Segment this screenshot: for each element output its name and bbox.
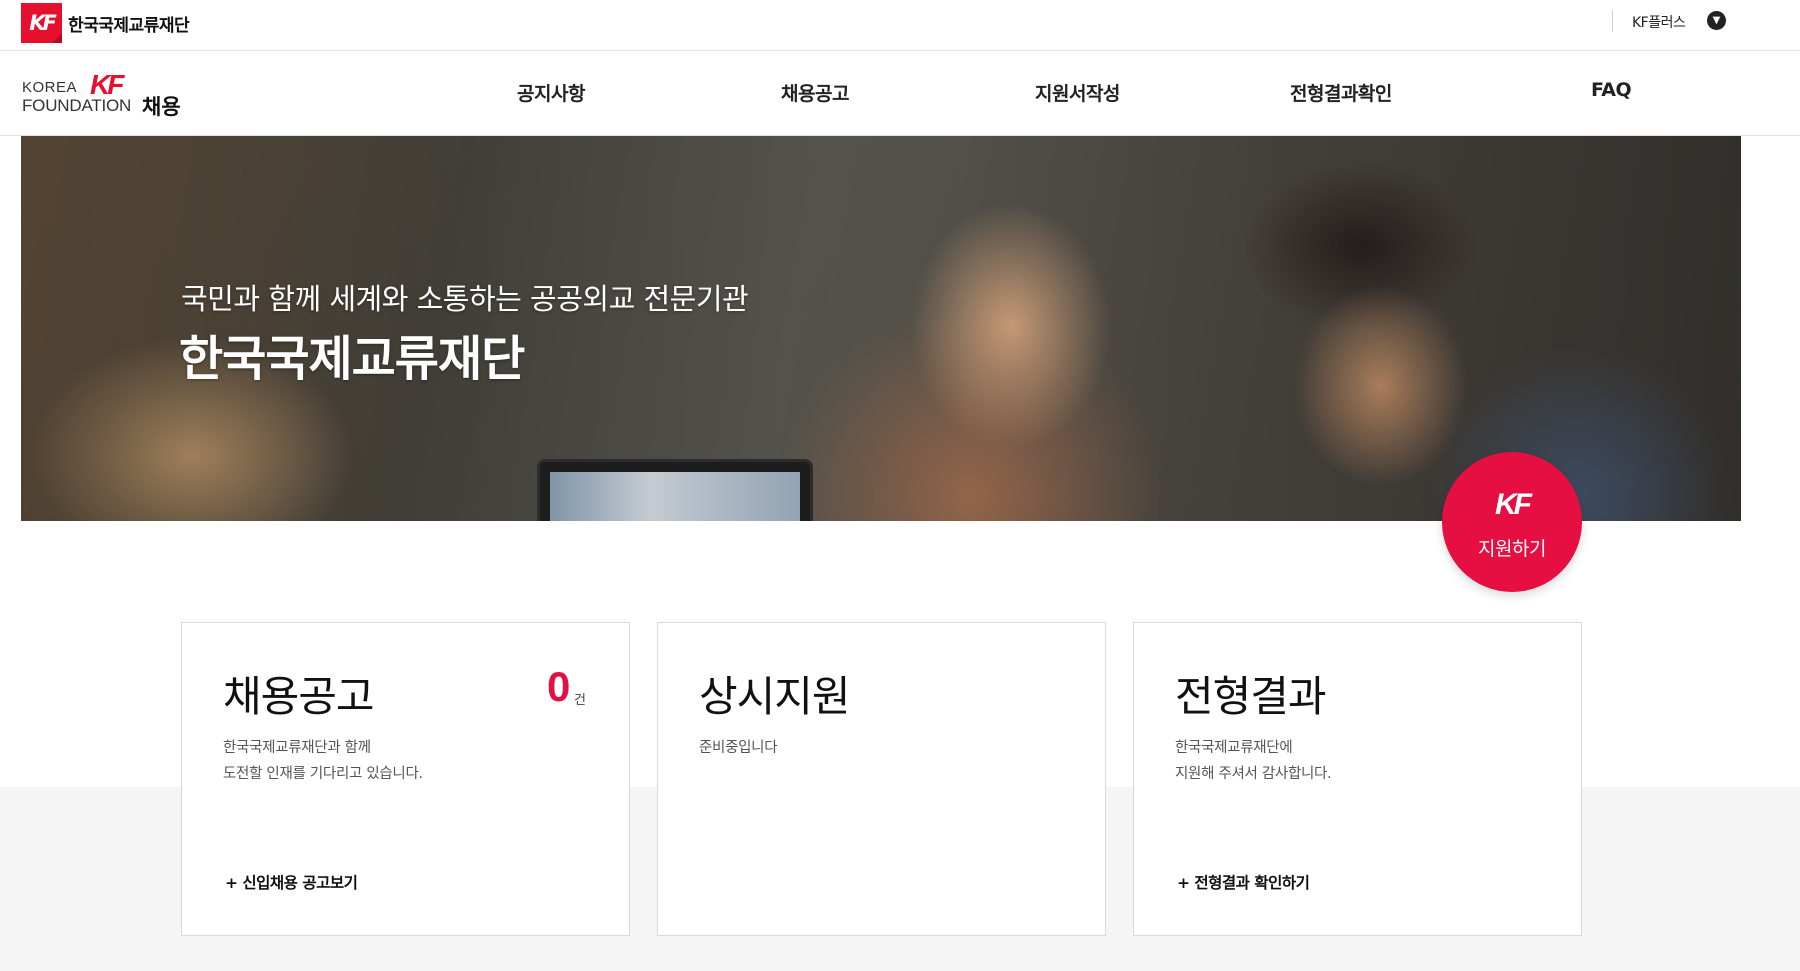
apply-button[interactable]: KF 지원하기 xyxy=(1442,452,1582,592)
card-desc-line: 한국국제교류재단과 함께 xyxy=(223,740,371,756)
brand-logo[interactable]: KOREA FOUNDATION KF 채용 xyxy=(22,69,202,119)
card-description: 한국국제교류재단과 함께 도전할 인재를 기다리고 있습니다. xyxy=(223,735,423,787)
brand-sub-title: 채용 xyxy=(142,95,181,119)
chevron-down-icon[interactable]: ▼ xyxy=(1707,11,1726,30)
card-job-posting: 채용공고 0 건 한국국제교류재단과 함께 도전할 인재를 기다리고 있습니다.… xyxy=(181,622,630,936)
card-description: 한국국제교류재단에 지원해 주셔서 감사합니다. xyxy=(1175,735,1332,787)
view-new-postings-link[interactable]: + 신입채용 공고보기 xyxy=(225,871,358,893)
nav-item-result-check[interactable]: 전형결과확인 xyxy=(1290,79,1392,106)
card-desc-line: 지원해 주셔서 감사합니다. xyxy=(1175,766,1332,782)
card-description: 준비중입니다 xyxy=(699,735,778,761)
nav-item-notice[interactable]: 공지사항 xyxy=(517,79,585,106)
brand-kf-mark: KF xyxy=(90,69,124,100)
nav-item-job-posting[interactable]: 채용공고 xyxy=(781,79,849,106)
nav-item-faq[interactable]: FAQ xyxy=(1591,79,1632,101)
card-desc-line: 도전할 인재를 기다리고 있습니다. xyxy=(223,766,423,782)
card-desc-line: 한국국제교류재단에 xyxy=(1175,740,1293,756)
laptop-image xyxy=(537,459,813,521)
main-navbar: KOREA FOUNDATION KF 채용 공지사항 채용공고 지원서작성 전… xyxy=(0,51,1800,136)
posting-count-unit: 건 xyxy=(574,693,586,708)
kf-logo[interactable]: KF xyxy=(21,3,62,43)
card-always-apply: 상시지원 준비중입니다 xyxy=(657,622,1106,936)
top-divider xyxy=(1612,10,1613,32)
card-title: 상시지원 xyxy=(699,672,851,721)
card-title: 전형결과 xyxy=(1175,672,1327,721)
hero-subtitle: 국민과 함께 세계와 소통하는 공공외교 전문기관 xyxy=(181,282,749,316)
card-desc-line: 준비중입니다 xyxy=(699,740,778,756)
check-result-link[interactable]: + 전형결과 확인하기 xyxy=(1177,871,1310,893)
posting-count: 0 xyxy=(547,663,571,710)
top-bar: KF 한국국제교류재단 KF플러스 ▼ xyxy=(0,0,1800,51)
kfplus-link[interactable]: KF플러스 xyxy=(1632,12,1686,32)
hero-title: 한국국제교류재단 xyxy=(179,331,525,387)
apply-button-label: 지원하기 xyxy=(1478,538,1546,560)
card-title: 채용공고 xyxy=(223,672,375,721)
org-name[interactable]: 한국국제교류재단 xyxy=(68,11,190,36)
nav-item-application[interactable]: 지원서작성 xyxy=(1035,79,1120,106)
card-result: 전형결과 한국국제교류재단에 지원해 주셔서 감사합니다. + 전형결과 확인하… xyxy=(1133,622,1582,936)
brand-korea-text: KOREA xyxy=(22,79,78,96)
kf-logo-icon: KF xyxy=(1495,488,1532,521)
